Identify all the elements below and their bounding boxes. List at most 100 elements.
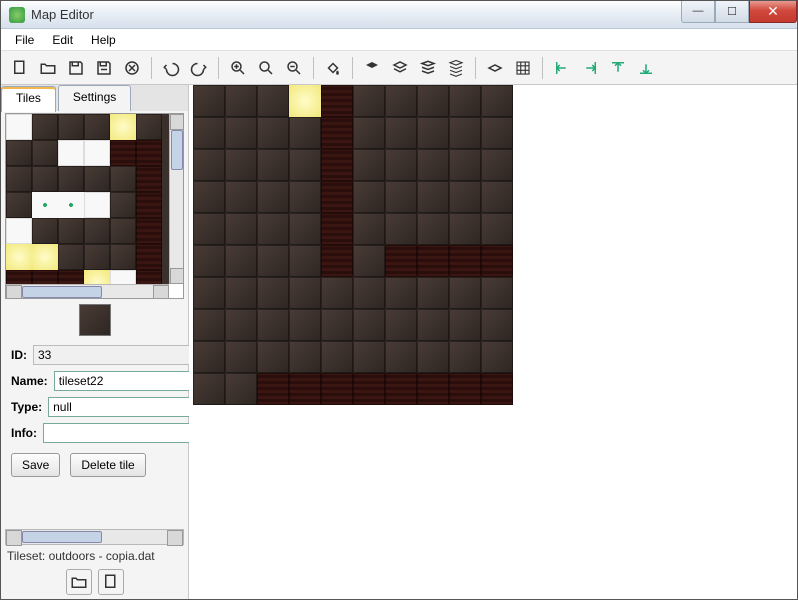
fill-button[interactable] <box>320 55 346 81</box>
layer3-button[interactable] <box>415 55 441 81</box>
palette-tile[interactable] <box>110 114 136 140</box>
layer-all-button[interactable] <box>443 55 469 81</box>
new-file-button[interactable] <box>7 55 33 81</box>
palette-tile[interactable] <box>32 166 58 192</box>
align-top-button[interactable] <box>605 55 631 81</box>
map-tile[interactable] <box>257 85 289 117</box>
map-tile[interactable] <box>225 277 257 309</box>
map-tile[interactable] <box>289 341 321 373</box>
map-tile[interactable] <box>481 245 513 277</box>
layer1-button[interactable] <box>359 55 385 81</box>
map-tile[interactable] <box>193 181 225 213</box>
map-tile[interactable] <box>193 309 225 341</box>
zoom-out-button[interactable] <box>281 55 307 81</box>
palette-tile[interactable] <box>58 244 84 270</box>
map-tile[interactable] <box>353 181 385 213</box>
palette-tile[interactable] <box>32 218 58 244</box>
palette-tile[interactable] <box>136 140 162 166</box>
menu-file[interactable]: File <box>7 31 42 49</box>
align-left-button[interactable] <box>549 55 575 81</box>
map-tile[interactable] <box>481 277 513 309</box>
align-bottom-button[interactable] <box>633 55 659 81</box>
map-tile[interactable] <box>353 149 385 181</box>
map-tile[interactable] <box>481 149 513 181</box>
map-tile[interactable] <box>449 149 481 181</box>
tab-settings[interactable]: Settings <box>58 85 131 111</box>
zoom-in-button[interactable] <box>225 55 251 81</box>
map-tile[interactable] <box>481 213 513 245</box>
info-input[interactable] <box>43 423 208 443</box>
map-tile[interactable] <box>385 117 417 149</box>
palette-tile[interactable] <box>58 218 84 244</box>
align-right-button[interactable] <box>577 55 603 81</box>
map-tile[interactable] <box>289 181 321 213</box>
map-tile[interactable] <box>289 309 321 341</box>
palette-tile[interactable] <box>84 192 110 218</box>
map-tile[interactable] <box>417 117 449 149</box>
save-button[interactable] <box>63 55 89 81</box>
map-tile[interactable] <box>449 277 481 309</box>
map-tile[interactable] <box>449 213 481 245</box>
map-tile[interactable] <box>193 213 225 245</box>
map-tile[interactable] <box>225 85 257 117</box>
map-tile[interactable] <box>353 85 385 117</box>
layer2-button[interactable] <box>387 55 413 81</box>
palette-tile[interactable] <box>84 114 110 140</box>
map-tile[interactable] <box>193 277 225 309</box>
map-tile[interactable] <box>481 117 513 149</box>
map-tile[interactable] <box>321 213 353 245</box>
map-tile[interactable] <box>257 149 289 181</box>
palette-tile[interactable] <box>32 192 58 218</box>
palette-tile[interactable] <box>6 140 32 166</box>
grid-button[interactable] <box>510 55 536 81</box>
palette-tile[interactable] <box>110 244 136 270</box>
map-tile[interactable] <box>289 373 321 405</box>
menu-edit[interactable]: Edit <box>44 31 81 49</box>
palette-tile[interactable] <box>6 192 32 218</box>
palette-tile[interactable] <box>58 114 84 140</box>
palette-hscroll[interactable] <box>6 284 169 298</box>
map-tile[interactable] <box>257 117 289 149</box>
map-tile[interactable] <box>193 149 225 181</box>
map-tile[interactable] <box>225 181 257 213</box>
map-tile[interactable] <box>353 117 385 149</box>
map-tile[interactable] <box>321 85 353 117</box>
map-tile[interactable] <box>417 341 449 373</box>
map-tile[interactable] <box>449 245 481 277</box>
save-tile-button[interactable]: Save <box>11 453 60 477</box>
tab-tiles[interactable]: Tiles <box>1 86 56 112</box>
map-tile[interactable] <box>417 149 449 181</box>
palette-tile[interactable] <box>136 114 162 140</box>
palette-tile[interactable] <box>84 218 110 244</box>
map-tile[interactable] <box>289 245 321 277</box>
delete-button[interactable] <box>119 55 145 81</box>
delete-tile-button[interactable]: Delete tile <box>70 453 145 477</box>
tile-palette[interactable] <box>5 113 184 299</box>
menu-help[interactable]: Help <box>83 31 124 49</box>
map-tile[interactable] <box>353 309 385 341</box>
palette-tile[interactable] <box>58 166 84 192</box>
palette-tile[interactable] <box>6 166 32 192</box>
map-tile[interactable] <box>321 341 353 373</box>
map-tile[interactable] <box>225 373 257 405</box>
maximize-button[interactable]: ☐ <box>715 1 749 23</box>
close-button[interactable]: ✕ <box>749 1 797 23</box>
palette-tile[interactable] <box>136 192 162 218</box>
palette-tile[interactable] <box>32 244 58 270</box>
map-tile[interactable] <box>225 117 257 149</box>
map-tile[interactable] <box>449 341 481 373</box>
map-tile[interactable] <box>385 149 417 181</box>
palette-tile[interactable] <box>84 166 110 192</box>
layer-single-icon[interactable] <box>482 55 508 81</box>
map-tile[interactable] <box>321 309 353 341</box>
map-tile[interactable] <box>417 309 449 341</box>
palette-tile[interactable] <box>58 192 84 218</box>
map-tile[interactable] <box>449 117 481 149</box>
map-tile[interactable] <box>193 373 225 405</box>
map-tile[interactable] <box>417 277 449 309</box>
palette-tile[interactable] <box>110 192 136 218</box>
map-tile[interactable] <box>257 181 289 213</box>
map-tile[interactable] <box>385 181 417 213</box>
open-file-button[interactable] <box>35 55 61 81</box>
map-tile[interactable] <box>225 341 257 373</box>
